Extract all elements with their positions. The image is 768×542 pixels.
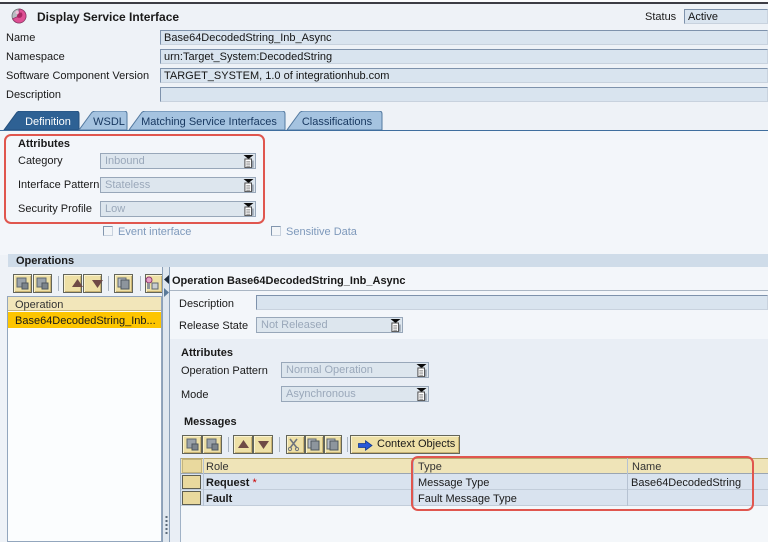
svg-text:Definition: Definition (25, 116, 71, 128)
svg-text:WSDL: WSDL (93, 116, 125, 128)
svg-text:Classifications: Classifications (302, 116, 373, 128)
svg-text:Matching Service Interfaces: Matching Service Interfaces (141, 116, 277, 128)
